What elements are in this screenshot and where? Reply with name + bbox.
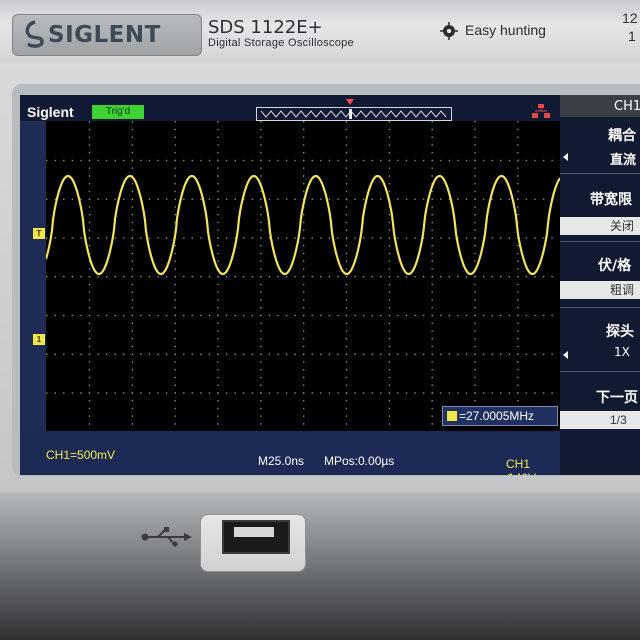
menu-volts-value[interactable]: 粗调 xyxy=(560,281,640,299)
model-subtitle: Digital Storage Oscilloscope xyxy=(208,37,354,49)
menu-title: CH1 xyxy=(614,99,640,114)
corner-label-top: 12 xyxy=(622,10,638,26)
menu-volts-label[interactable]: 伏/格 xyxy=(598,255,631,275)
ch1-scale: CH1=500mV xyxy=(46,448,116,462)
siglent-logo-icon xyxy=(25,20,44,48)
menu-bandwidth-value[interactable]: 关闭 xyxy=(560,217,640,235)
menu-divider xyxy=(560,307,640,308)
bottom-status-bar: CH1=500mV M25.0ns MPos:0.00µs CH1 ∕140V xyxy=(20,431,560,475)
easy-hunting-label: Easy hunting xyxy=(465,22,546,38)
front-panel-header: SIGLENT SDS 1122E+ Digital Storage Oscil… xyxy=(0,0,640,64)
ch1-indicator-icon xyxy=(447,411,457,421)
screen-brand: Siglent xyxy=(27,104,74,120)
frequency-value: =27.0005MHz xyxy=(459,409,535,423)
memory-position: MPos:0.00µs xyxy=(324,454,395,468)
menu-coupling-label[interactable]: 耦合 xyxy=(608,125,636,145)
frequency-readout: =27.0005MHz xyxy=(442,406,558,426)
model-name: SDS 1122E+ xyxy=(208,17,323,38)
network-icon xyxy=(532,104,550,118)
menu-probe-label[interactable]: 探头 xyxy=(606,321,634,341)
lower-panel xyxy=(0,492,640,640)
menu-divider xyxy=(560,371,640,372)
trigger-setting: CH1 ∕140V xyxy=(506,457,536,475)
menu-next-page-label[interactable]: 下一页 xyxy=(596,387,638,407)
timebase: M25.0ns xyxy=(258,454,305,468)
menu-bandwidth-label[interactable]: 带宽限 xyxy=(590,189,632,209)
menu-divider xyxy=(560,241,640,242)
menu-probe-value[interactable]: 1X xyxy=(614,345,630,359)
brand-logo: SIGLENT xyxy=(48,22,161,48)
usb-port[interactable] xyxy=(222,520,290,554)
lcd-screen: Siglent Trig'd T 1 =27.0005MHz CH1=500mV… xyxy=(20,95,640,475)
corner-label-bottom: 1 xyxy=(628,28,636,44)
usb-icon xyxy=(141,527,192,547)
memory-position-bar xyxy=(256,107,452,121)
menu-arrow-icon xyxy=(563,153,568,161)
channel-menu: CH1 耦合 直流 带宽限 关闭 伏/格 粗调 探头 1X 下一页 1/3 xyxy=(560,95,640,475)
trigger-status-badge: Trig'd xyxy=(92,105,144,119)
menu-arrow-icon xyxy=(563,351,568,359)
usb-port-tongue xyxy=(234,527,274,537)
waveform-plot xyxy=(44,121,562,433)
waveform-grid xyxy=(44,121,562,433)
menu-next-page-value[interactable]: 1/3 xyxy=(560,411,640,429)
ch1-ground-marker: 1 xyxy=(33,334,45,345)
trigger-level-marker: T xyxy=(33,228,45,239)
trigger-point-icon xyxy=(346,99,354,105)
menu-divider xyxy=(560,173,640,174)
ch1-waveform-trace xyxy=(44,174,561,276)
oscilloscope-photo: SIGLENT SDS 1122E+ Digital Storage Oscil… xyxy=(0,0,640,640)
menu-coupling-value[interactable]: 直流 xyxy=(610,149,636,168)
